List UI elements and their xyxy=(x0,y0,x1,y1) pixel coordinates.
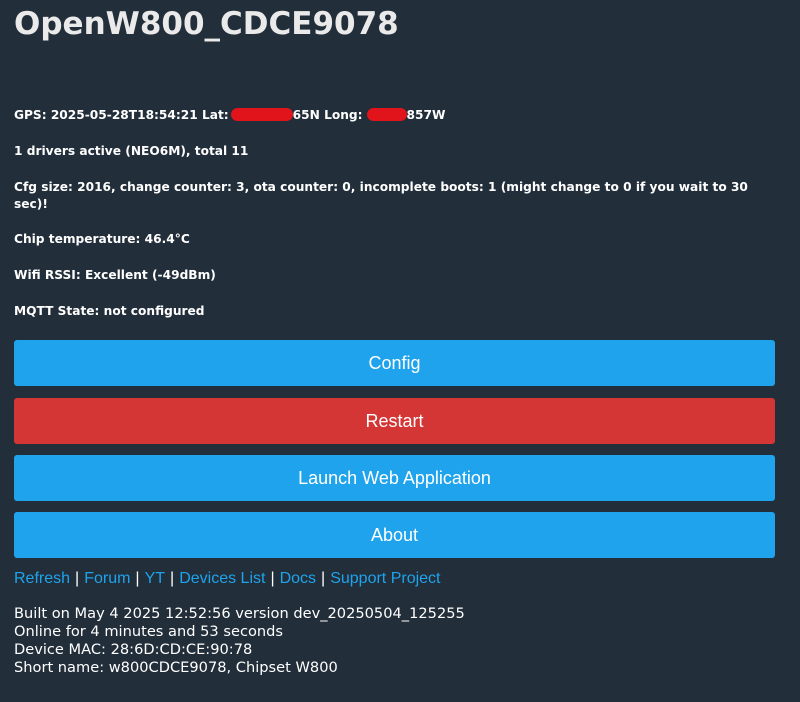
chip-temperature: Chip temperature: 46.4°C xyxy=(14,232,190,246)
link-separator: | xyxy=(321,570,326,587)
link-separator: | xyxy=(170,570,175,587)
forum-link[interactable]: Forum xyxy=(84,570,130,587)
short-name-info: Short name: w800CDCE9078, Chipset W800 xyxy=(14,659,338,676)
drivers-status: 1 drivers active (NEO6M), total 11 xyxy=(14,144,249,158)
mqtt-state: MQTT State: not configured xyxy=(14,304,205,318)
wifi-rssi: Wifi RSSI: Excellent (-49dBm) xyxy=(14,268,216,282)
build-info: Built on May 4 2025 12:52:56 version dev… xyxy=(14,605,465,677)
gps-lat-suffix: 65N Long: xyxy=(292,108,363,122)
restart-button[interactable]: Restart xyxy=(14,398,775,444)
launch-web-application-button[interactable]: Launch Web Application xyxy=(14,455,775,501)
about-button[interactable]: About xyxy=(14,512,775,558)
cfg-status: Cfg size: 2016, change counter: 3, ota c… xyxy=(14,180,748,211)
redacted-longitude xyxy=(366,108,407,121)
built-info: Built on May 4 2025 12:52:56 version dev… xyxy=(14,605,465,622)
link-separator: | xyxy=(135,570,140,587)
page-title: OpenW800_CDCE9078 xyxy=(14,6,399,42)
gps-status: GPS: 2025-05-28T18:54:21 Lat: 65N Long: 85… xyxy=(14,107,445,124)
device-mac: Device MAC: 28:6D:CD:CE:90:78 xyxy=(14,641,253,658)
gps-long-suffix: 857W xyxy=(406,108,446,122)
config-button[interactable]: Config xyxy=(14,340,775,386)
yt-link[interactable]: YT xyxy=(145,570,165,587)
footer-links: Refresh | Forum | YT | Devices List | Docs | Suppo… xyxy=(14,569,440,589)
devices-list-link[interactable]: Devices List xyxy=(179,570,265,587)
uptime-info: Online for 4 minutes and 53 seconds xyxy=(14,623,284,640)
support-project-link[interactable]: Support Project xyxy=(330,570,440,587)
docs-link[interactable]: Docs xyxy=(280,570,316,587)
gps-prefix: GPS: 2025-05-28T18:54:21 Lat: xyxy=(14,108,229,122)
link-separator: | xyxy=(270,570,275,587)
redacted-latitude xyxy=(230,108,293,121)
link-separator: | xyxy=(75,570,80,587)
refresh-link[interactable]: Refresh xyxy=(14,570,70,587)
